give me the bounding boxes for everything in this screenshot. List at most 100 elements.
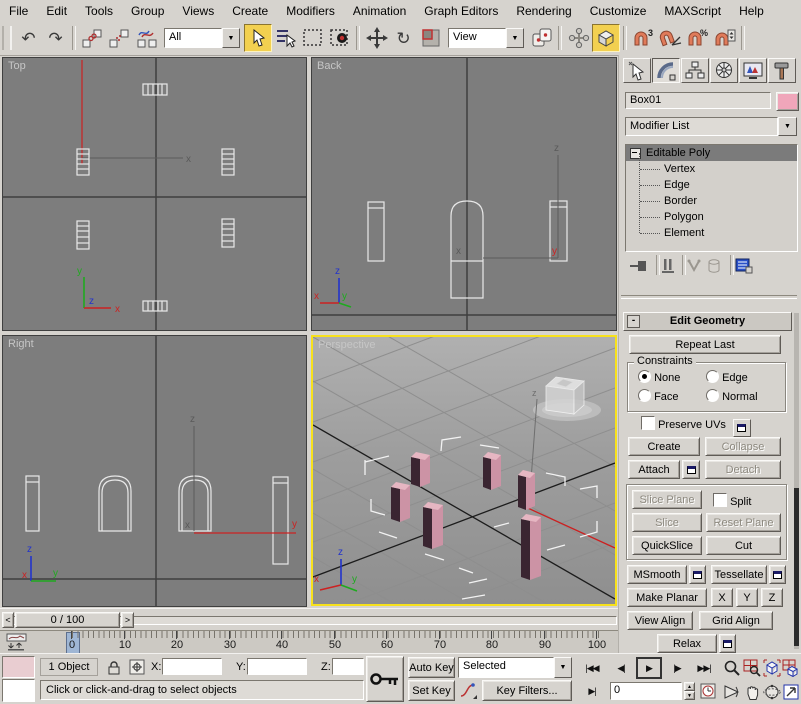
macro-recorder-swatch[interactable] xyxy=(2,656,35,678)
menu-help[interactable]: Help xyxy=(730,2,773,20)
viewport-perspective[interactable]: Perspective z xyxy=(311,335,617,606)
remove-modifier-button[interactable] xyxy=(705,257,723,275)
rectangular-selection-region-button[interactable] xyxy=(299,25,326,52)
frame-spinner[interactable]: ▲ ▼ xyxy=(684,682,695,700)
track-bar[interactable]: 0 10 20 30 40 50 60 70 80 90 100 xyxy=(0,630,618,655)
set-keys-button[interactable] xyxy=(366,656,404,702)
tab-create[interactable] xyxy=(623,58,651,83)
make-unique-button[interactable] xyxy=(685,257,703,275)
chevron-down-icon[interactable]: ▼ xyxy=(778,117,797,136)
create-button[interactable]: Create xyxy=(628,437,700,456)
constraint-edge-option[interactable]: Edge xyxy=(706,370,748,384)
split-checkbox[interactable] xyxy=(713,493,727,507)
make-planar-y-button[interactable]: Y xyxy=(736,588,758,607)
msmooth-settings-button[interactable] xyxy=(689,565,706,584)
previous-frame-button[interactable]: ◀| xyxy=(610,658,632,678)
maxscript-mini-listener[interactable] xyxy=(2,679,35,702)
viewport-top[interactable]: Top x y x z xyxy=(2,57,307,331)
z-coordinate-field[interactable] xyxy=(332,658,364,675)
default-in-out-tangents-button[interactable] xyxy=(458,681,478,701)
spinner-up-icon[interactable]: ▲ xyxy=(684,682,695,691)
tessellate-button[interactable]: Tessellate xyxy=(711,565,767,584)
viewport-top-label[interactable]: Top xyxy=(8,60,26,72)
preserve-uvs-settings-button[interactable] xyxy=(733,419,751,437)
menu-views[interactable]: Views xyxy=(173,2,223,20)
constraint-face-option[interactable]: Face xyxy=(638,389,679,403)
viewport-right[interactable]: Right z x y z x xyxy=(2,335,307,607)
field-of-view-button[interactable] xyxy=(722,681,741,702)
ghost-cube[interactable] xyxy=(546,377,584,414)
quickslice-button[interactable]: QuickSlice xyxy=(632,536,702,555)
menu-rendering[interactable]: Rendering xyxy=(507,2,580,20)
zoom-button[interactable] xyxy=(722,657,741,678)
y-coordinate-field[interactable] xyxy=(247,658,307,675)
perspective-viewport-canvas[interactable]: z xyxy=(313,337,615,604)
next-frame-arrow-button[interactable]: > xyxy=(121,612,134,628)
chevron-down-icon[interactable]: ▼ xyxy=(506,28,524,48)
select-object-button[interactable] xyxy=(244,24,272,52)
tab-utilities[interactable] xyxy=(768,58,796,83)
time-configuration-button[interactable] xyxy=(699,681,718,701)
attach-button[interactable]: Attach xyxy=(628,460,680,479)
rollout-scrollbar[interactable] xyxy=(794,313,799,649)
absolute-offset-toggle-button[interactable] xyxy=(127,657,147,677)
maximize-viewport-toggle-button[interactable] xyxy=(782,681,800,702)
menu-modifiers[interactable]: Modifiers xyxy=(277,2,344,20)
modifier-stack[interactable]: Editable Poly Vertex Edge Border Polygon… xyxy=(625,144,798,252)
menu-animation[interactable]: Animation xyxy=(344,2,415,20)
right-viewport-canvas[interactable]: z x y z x y xyxy=(3,336,306,606)
preserve-uvs-checkbox[interactable] xyxy=(641,416,655,430)
go-to-start-button[interactable]: |◀◀ xyxy=(580,658,604,678)
rollout-collapse-icon[interactable]: - xyxy=(627,315,640,328)
zoom-extents-button[interactable] xyxy=(762,657,781,678)
timeline-ruler[interactable]: 0 10 20 30 40 50 60 70 80 90 100 xyxy=(33,631,618,654)
menu-tools[interactable]: Tools xyxy=(76,2,122,20)
pin-stack-button[interactable] xyxy=(627,257,651,275)
detach-button[interactable]: Detach xyxy=(705,460,781,479)
viewport-right-label[interactable]: Right xyxy=(8,338,34,350)
select-by-name-button[interactable] xyxy=(272,25,299,52)
set-key-button[interactable]: Set Key xyxy=(408,680,455,701)
next-frame-button[interactable]: |▶ xyxy=(666,658,688,678)
menu-maxscript[interactable]: MAXScript xyxy=(655,2,730,20)
relax-settings-button[interactable] xyxy=(719,634,736,653)
chevron-down-icon[interactable]: ▼ xyxy=(222,28,240,48)
viewport-perspective-label[interactable]: Perspective xyxy=(318,339,375,351)
zoom-extents-all-button[interactable] xyxy=(782,657,800,678)
msmooth-button[interactable]: MSmooth xyxy=(627,565,687,584)
window-crossing-button[interactable] xyxy=(326,25,353,52)
auto-key-button[interactable]: Auto Key xyxy=(408,657,455,678)
radio-face[interactable] xyxy=(638,389,651,402)
tab-modify[interactable] xyxy=(652,58,680,83)
zoom-all-button[interactable] xyxy=(742,657,761,678)
constraint-none-option[interactable]: None xyxy=(638,370,680,384)
selection-lock-button[interactable] xyxy=(104,657,124,677)
stack-item-polygon[interactable]: Polygon xyxy=(626,209,797,225)
select-and-manipulate-button[interactable] xyxy=(565,25,592,52)
tab-hierarchy[interactable] xyxy=(681,58,709,83)
split-option[interactable]: Split xyxy=(713,493,751,508)
spinner-snap-button[interactable] xyxy=(711,25,738,52)
stack-item-edge[interactable]: Edge xyxy=(626,177,797,193)
unlink-selection-button[interactable] xyxy=(106,25,133,52)
radio-edge[interactable] xyxy=(706,370,719,383)
transform-gizmo[interactable]: z x y xyxy=(456,143,559,258)
relax-button[interactable]: Relax xyxy=(657,634,717,653)
make-planar-button[interactable]: Make Planar xyxy=(627,588,707,607)
menu-customize[interactable]: Customize xyxy=(581,2,656,20)
grid-align-button[interactable]: Grid Align xyxy=(699,611,773,630)
menu-file[interactable]: File xyxy=(0,2,37,20)
angle-snap-button[interactable] xyxy=(657,25,684,52)
select-and-move-button[interactable] xyxy=(363,25,390,52)
select-and-link-button[interactable] xyxy=(79,25,106,52)
make-planar-x-button[interactable]: X xyxy=(711,588,733,607)
open-mini-curve-editor-button[interactable] xyxy=(4,633,30,651)
make-planar-z-button[interactable]: Z xyxy=(761,588,783,607)
scrollbar-thumb[interactable] xyxy=(794,488,799,646)
time-slider-thumb[interactable]: 0 / 100 xyxy=(15,612,120,628)
edit-geometry-rollout-header[interactable]: - Edit Geometry xyxy=(623,312,792,331)
play-animation-button[interactable]: ▶ xyxy=(636,657,662,679)
select-and-scale-button[interactable] xyxy=(417,25,444,52)
stack-item-vertex[interactable]: Vertex xyxy=(626,161,797,177)
pan-view-button[interactable] xyxy=(742,681,761,702)
